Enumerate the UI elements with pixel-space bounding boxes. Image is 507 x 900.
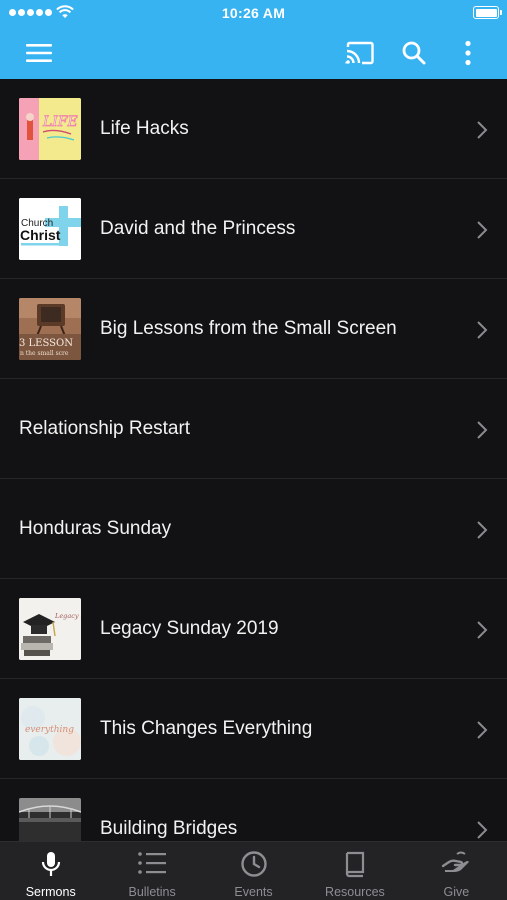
sermon-row[interactable]: Legacy Sunday 2019 Legacy Sunday 2019 [0,579,507,679]
thumb-text: Christ [20,227,61,243]
sermon-title: Relationship Restart [19,418,191,439]
thumb-text: 3 LESSON [19,338,73,349]
chevron-right-icon [477,721,488,739]
sermon-title: Honduras Sunday [19,518,172,539]
tab-label: Resources [325,885,385,899]
thumb-text: Legacy Sunday 2019 [54,612,81,620]
list-icon [138,852,167,874]
search-button[interactable] [398,37,430,69]
clock-icon [240,851,267,877]
sermon-thumbnail: Legacy Sunday 2019 [19,598,81,660]
sermon-thumbnail: 3 LESSON n the small scre [19,298,81,360]
chevron-right-icon [477,221,488,239]
sermon-thumbnail: Church Christ [19,198,81,260]
menu-button[interactable] [23,37,55,69]
tab-events[interactable]: Events [203,842,304,900]
more-options-button[interactable] [452,37,484,69]
hamburger-icon [26,44,52,62]
sermon-row[interactable]: Building Bridges [0,779,507,841]
sermon-title: Life Hacks [100,118,189,139]
tab-label: Bulletins [128,885,176,899]
sermon-title: David and the Princess [100,218,296,239]
sermon-thumbnail: everything [19,698,81,760]
chevron-right-icon [477,821,488,839]
more-vertical-icon [465,40,471,66]
thumb-text: n the small scre [20,350,69,357]
chevron-right-icon [477,421,488,439]
toolbar [0,26,507,79]
tab-label: Sermons [25,885,76,899]
chevron-right-icon [477,321,488,339]
sermon-title: Legacy Sunday 2019 [100,618,279,639]
sermon-row[interactable]: LIFE Life Hacks [0,79,507,179]
sermon-title: Building Bridges [100,818,238,839]
status-bar: 10:26 AM [0,0,507,26]
tab-label: Give [443,885,470,899]
book-icon [345,851,365,878]
sermon-row[interactable]: Church Christ David and the Princess [0,179,507,279]
tab-sermons[interactable]: Sermons [0,842,101,900]
bottom-tab-bar: Sermons Bulletins Events Resources Give [0,841,507,900]
sermon-thumbnail: LIFE [19,98,81,160]
battery-icon [473,6,502,19]
give-hand-icon [442,851,470,872]
sermon-row[interactable]: Relationship Restart [0,379,507,479]
tab-give[interactable]: Give [406,842,507,900]
chevron-right-icon [477,521,488,539]
cast-button[interactable] [344,37,376,69]
cast-icon [345,41,374,65]
thumb-text: everything [25,725,74,735]
sermon-title: Big Lessons from the Small Screen [100,318,397,339]
sermon-thumbnail [19,798,81,841]
tab-resources[interactable]: Resources [304,842,405,900]
microphone-icon [41,852,60,876]
thumb-text: LIFE [42,114,78,130]
sermon-list: LIFE Life Hacks Church Christ David and … [0,79,507,841]
sermon-row[interactable]: 3 LESSON n the small scre Big Lessons fr… [0,279,507,379]
tab-bulletins[interactable]: Bulletins [101,842,202,900]
app-header: 10:26 AM [0,0,507,79]
chevron-right-icon [477,621,488,639]
tab-label: Events [234,885,273,899]
sermon-row[interactable]: Honduras Sunday [0,479,507,579]
sermon-row[interactable]: everything This Changes Everything [0,679,507,779]
chevron-right-icon [477,121,488,139]
search-icon [402,41,426,65]
sermon-title: This Changes Everything [100,718,313,739]
status-time: 10:26 AM [221,5,286,21]
